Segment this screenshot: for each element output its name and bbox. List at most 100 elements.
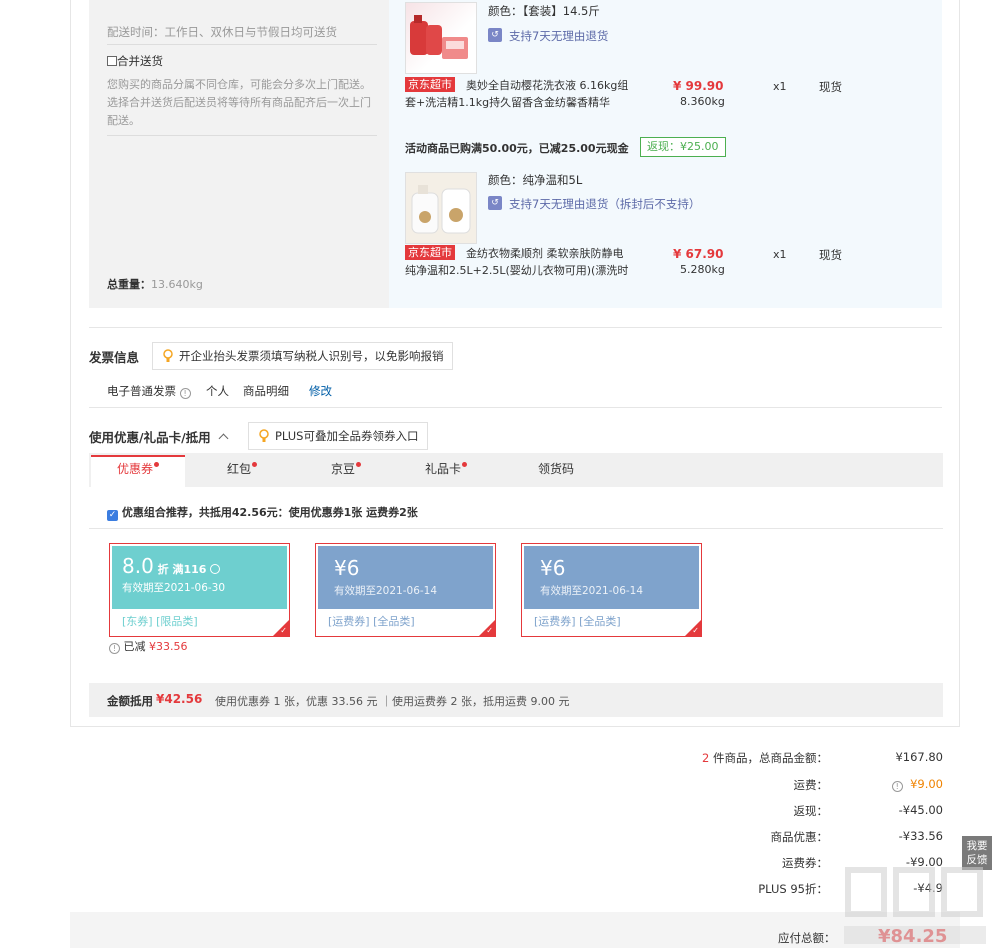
tab-label: 京豆 (330, 462, 355, 476)
plus-tip-text: PLUS可叠加全品券领券入口 (275, 429, 419, 443)
detergent-image (410, 15, 468, 59)
product-name-line2[interactable]: 纯净温和2.5L+2.5L(婴幼儿衣物可用)(漂洗时 (405, 262, 628, 278)
coupon-tags: [运费券] [全品类] (524, 609, 699, 634)
invoice-type: 电子普通发票 ! (107, 383, 191, 399)
store-tag: 京东超市 (405, 245, 455, 260)
summary-total-label: 2 件商品，总商品金额： (702, 750, 828, 766)
combo-text: 优惠组合推荐，共抵用42.56元：使用优惠券1张 运费券2张 (121, 506, 418, 519)
product-price: ¥ 67.90 (673, 247, 724, 261)
return-policy[interactable]: 支持7天无理由退货（拆封后不支持） (509, 196, 700, 212)
invoice-title: 发票信息 (89, 350, 140, 365)
product-weight: 5.280kg (680, 263, 725, 276)
invoice-header: 个人 (206, 384, 229, 398)
product-name-line2[interactable]: 套+洗洁精1.1kg持久留香含金纺馨香精华 (405, 94, 610, 110)
product-name[interactable]: 金纺衣物柔顺剂 柔软亲肤防静电 (466, 245, 624, 261)
product-name[interactable]: 奥妙全自动樱花洗衣液 6.16kg组 (466, 77, 628, 93)
divider (89, 407, 942, 408)
discount-title[interactable]: 使用优惠/礼品卡/抵用 (89, 427, 229, 446)
product-qty: x1 (773, 248, 787, 261)
footer-label: 金额抵用 (107, 694, 153, 708)
coupon-top: 8.0 折 满116 有效期至2021-06-30 (112, 546, 287, 609)
coupon-top: ¥6 有效期至2021-06-14 (524, 546, 699, 609)
footer-detail: 使用优惠券 1 张，优惠 33.56 元 ｜使用运费券 2 张，抵用运费 9.0… (215, 695, 570, 708)
tab-coupon[interactable]: 优惠券 (91, 455, 185, 487)
freight-value: ¥9.00 (910, 777, 943, 791)
freight-coupon-value: -¥9.00 (905, 855, 943, 869)
summary-goods-discount: 商品优惠： -¥33.56 (600, 829, 944, 845)
total-weight-value: 13.640kg (151, 278, 203, 291)
invoice-type-label: 电子普通发票 (107, 384, 176, 398)
new-dot (462, 462, 467, 467)
merge-checkbox[interactable] (107, 56, 117, 66)
promo-text: 活动商品已购满50.00元，已减25.00元现金 (405, 142, 629, 155)
total-weight-label: 总重量： (107, 278, 151, 291)
coupon-card[interactable]: 8.0 折 满116 有效期至2021-06-30 [东券] [限品类] ✓ (109, 543, 290, 637)
info-icon[interactable]: ! (109, 643, 120, 654)
summary-plus: PLUS 95折： -¥4.9 (600, 881, 943, 897)
product-color: 颜色：【套装】14.5斤 (488, 4, 600, 18)
return-icon: ↺ (488, 28, 502, 42)
product-price: ¥ 99.90 (673, 79, 724, 93)
invoice-edit-link[interactable]: 修改 (309, 383, 332, 399)
coupon-tags: [东券] [限品类] (112, 609, 287, 634)
combo-checkbox[interactable]: ✓ (107, 510, 118, 521)
shipping-panel: 配送时间：工作日、双休日与节假日均可送货 合并送货 您购买的商品分属不同仓库，可… (89, 0, 389, 308)
combo-recommend[interactable]: ✓ 优惠组合推荐，共抵用42.56元：使用优惠券1张 运费券2张 (107, 504, 418, 521)
new-dot (356, 462, 361, 467)
summary-cashback: 返现： -¥45.00 (600, 803, 944, 819)
summary-freight-coupon: 运费券： -¥9.00 (600, 855, 943, 871)
reduced-note: ! 已减 ¥33.56 (109, 638, 188, 654)
coupon-card[interactable]: ¥6 有效期至2021-06-14 [运费券] [全品类] ✓ (521, 543, 702, 637)
merge-label: 合并送货 (117, 54, 163, 68)
coupon-amount: ¥6 (540, 556, 566, 580)
product-image[interactable] (405, 2, 477, 74)
invoice-tip-text: 开企业抬头发票须填写纳税人识别号，以免影响报销 (179, 349, 444, 363)
discount-title-text: 使用优惠/礼品卡/抵用 (89, 430, 211, 445)
clock-icon (210, 564, 221, 574)
coupon-expiry: 有效期至2021-06-14 (540, 585, 644, 597)
cashback-label: 返现： (793, 804, 829, 818)
item-count: 2 (702, 751, 710, 765)
invoice-tip: 开企业抬头发票须填写纳税人识别号，以免影响报销 (152, 342, 453, 370)
chevron-up-icon[interactable] (218, 433, 229, 444)
total-weight: 总重量：13.640kg (107, 276, 203, 292)
delivery-time: 配送时间：工作日、双休日与节假日均可送货 (107, 25, 337, 39)
tab-gift-card[interactable]: 礼品卡 (399, 455, 493, 487)
product-weight: 8.360kg (680, 95, 725, 108)
summary-total-value: ¥167.80 (895, 750, 943, 764)
tab-label: 红包 (226, 462, 251, 476)
freight-label: 运费： (793, 778, 829, 792)
tab-label: 领货码 (537, 462, 574, 476)
coupon-unit: 折 (157, 563, 169, 576)
return-icon: ↺ (488, 196, 502, 210)
new-dot (252, 462, 257, 467)
summary-freight: 运费： ! ¥9.00 (600, 777, 943, 793)
return-policy[interactable]: 支持7天无理由退货 (509, 28, 608, 44)
product-qty: x1 (773, 80, 787, 93)
goods-discount-value: -¥33.56 (898, 829, 943, 843)
tab-jingdou[interactable]: 京豆 (299, 455, 393, 487)
info-icon[interactable]: ! (179, 388, 191, 399)
check-icon: ✓ (486, 626, 493, 635)
product-image[interactable] (405, 172, 477, 244)
stock-status: 现货 (819, 248, 842, 262)
info-icon[interactable]: ! (891, 781, 903, 792)
summary-total: 2 件商品，总商品金额： ¥167.80 (600, 750, 943, 766)
merge-option[interactable]: 合并送货 (107, 53, 163, 69)
coupon-card[interactable]: ¥6 有效期至2021-06-14 [运费券] [全品类] ✓ (315, 543, 496, 637)
bulb-icon (163, 349, 173, 362)
coupon-amount: ¥6 (334, 556, 360, 580)
store-tag: 京东超市 (405, 77, 455, 92)
tab-red-packet[interactable]: 红包 (195, 455, 289, 487)
tab-redeem-code[interactable]: 领货码 (509, 455, 603, 487)
divider (107, 44, 377, 45)
plus-tip[interactable]: PLUS可叠加全品券领券入口 (248, 422, 428, 450)
feedback-button[interactable]: 我要反馈 (962, 836, 992, 870)
tab-label: 礼品卡 (424, 462, 461, 476)
reduced-label: 已减 (123, 640, 146, 653)
coupon-amount: 8.0 (122, 554, 154, 578)
product-color: 颜色：纯净温和5L (488, 173, 583, 187)
merge-desc: 您购买的商品分属不同仓库，可能会分多次上门配送。选择合并送货后配送员将等待所有商… (107, 78, 371, 127)
reduced-value: ¥33.56 (149, 640, 188, 653)
plus-value: -¥4.9 (913, 881, 943, 895)
